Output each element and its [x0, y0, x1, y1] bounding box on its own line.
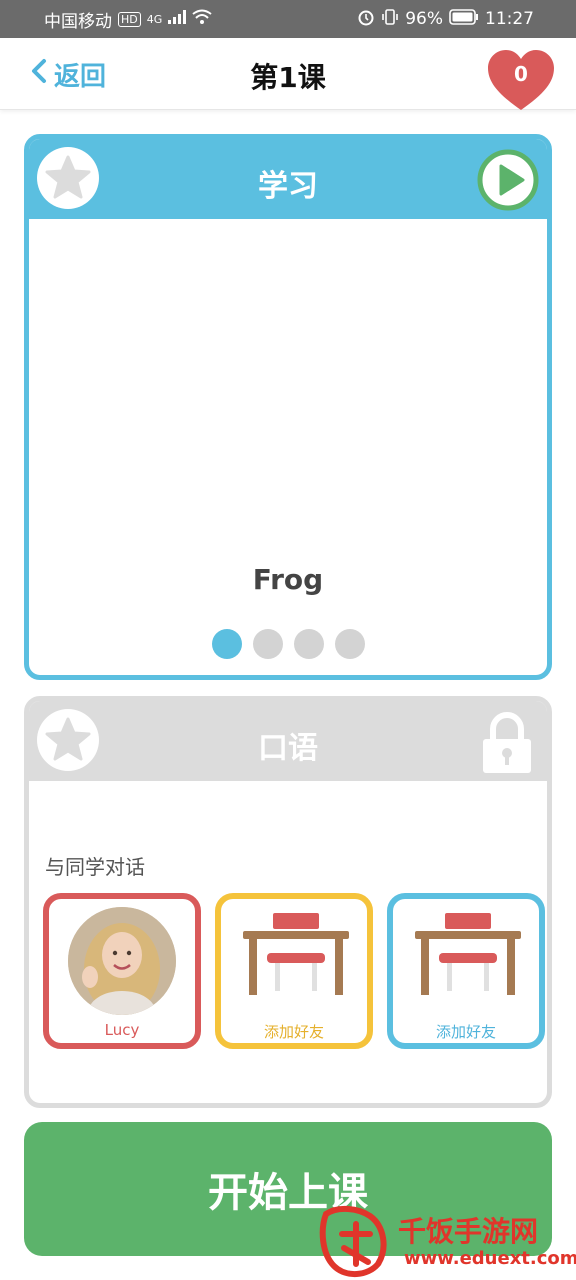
pager-dots: [29, 629, 547, 659]
signal-icon: [168, 9, 187, 29]
watermark: 千饭手游网 www.eduext.com: [318, 1196, 576, 1280]
status-bar: 中国移动 HD 4G 96% 11:27: [0, 0, 576, 38]
nav-bar: 返回 第1课 0: [0, 38, 576, 110]
speak-card-title: 口语: [258, 731, 318, 766]
avatar: [68, 907, 176, 1015]
learn-card-title: 学习: [258, 169, 318, 204]
add-friend-slot[interactable]: 添加好友: [387, 893, 545, 1049]
vibrate-icon: [381, 8, 399, 31]
alarm-icon: [357, 8, 375, 31]
add-friend-slot[interactable]: 添加好友: [215, 893, 373, 1049]
pager-dot[interactable]: [252, 629, 283, 659]
pager-dot[interactable]: [211, 629, 242, 659]
play-icon[interactable]: [477, 149, 539, 211]
lock-icon: [481, 711, 533, 775]
pager-dot[interactable]: [293, 629, 324, 659]
learn-card[interactable]: 学习 Frog: [24, 134, 552, 680]
speak-card-header: 口语: [29, 701, 547, 781]
watermark-brand: 千饭手游网: [398, 1215, 539, 1248]
flashcard-word: Frog: [252, 563, 324, 596]
add-friend-label: 添加好友: [435, 1023, 496, 1041]
watermark-logo-icon: [318, 1204, 394, 1280]
speak-card: 口语 与同学对话 Lucy 添加好友 添加好友: [24, 696, 552, 1108]
friend-name: Lucy: [104, 1021, 140, 1039]
desk-icon: [413, 913, 523, 1003]
learn-card-header: 学习: [29, 139, 547, 219]
desk-icon: [241, 913, 351, 1003]
battery-icon: [449, 8, 479, 30]
heart-count: 0: [514, 62, 528, 86]
carrier-name: 中国移动: [44, 11, 112, 32]
wifi-icon: [192, 9, 212, 30]
watermark-url: www.eduext.com: [404, 1248, 576, 1269]
clock-time: 11:27: [485, 9, 534, 29]
status-right: 96% 11:27: [357, 8, 534, 31]
battery-percent: 96%: [405, 9, 443, 29]
friend-list: Lucy 添加好友 添加好友: [43, 893, 547, 1053]
network-type: 4G: [146, 12, 163, 26]
pager-dot[interactable]: [334, 629, 365, 659]
status-left: 中国移动 HD 4G: [44, 7, 212, 32]
friend-slot-lucy[interactable]: Lucy: [43, 893, 201, 1049]
add-friend-label: 添加好友: [263, 1023, 324, 1041]
heart-icon: [488, 50, 554, 116]
hd-badge: HD: [118, 11, 141, 27]
section-label: 与同学对话: [45, 855, 145, 879]
hearts-badge[interactable]: 0: [488, 50, 554, 112]
